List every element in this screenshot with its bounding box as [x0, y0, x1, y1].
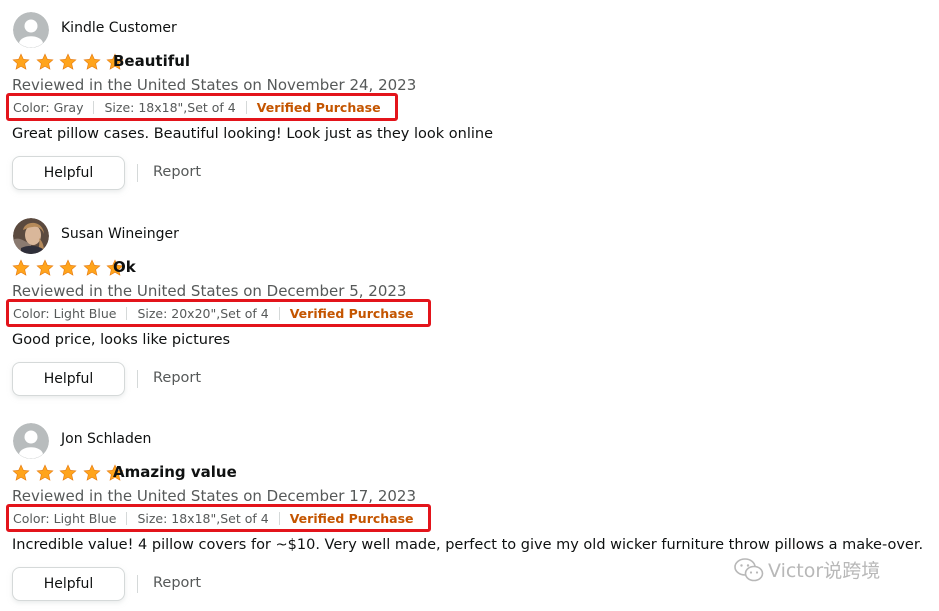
divider	[126, 306, 128, 320]
star-icon	[36, 53, 54, 70]
star-icon	[83, 259, 101, 276]
review-format-strip: Color: Light Blue Size: 18x18",Set of 4 …	[6, 504, 431, 532]
watermark: Victor说跨境	[734, 556, 880, 583]
star-icon	[59, 259, 77, 276]
review-body: Incredible value! 4 pillow covers for ~$…	[12, 537, 924, 553]
star-icon	[12, 53, 30, 70]
divider	[137, 575, 138, 593]
divider	[137, 370, 138, 388]
star-icon	[36, 259, 54, 276]
star-rating[interactable]	[12, 464, 125, 482]
divider	[137, 164, 138, 182]
star-icon	[83, 464, 101, 481]
reviewer-name[interactable]: Susan Wineinger	[61, 226, 179, 242]
helpful-button[interactable]: Helpful	[12, 362, 125, 396]
review-title[interactable]: Beautiful	[113, 52, 190, 70]
divider	[126, 511, 128, 525]
verified-purchase-badge: Verified Purchase	[256, 99, 381, 115]
review-card: Susan Wineinger Ok Reviewed in the Unite…	[0, 206, 939, 406]
review-body: Great pillow cases. Beautiful looking! L…	[12, 126, 493, 142]
review-date: Reviewed in the United States on Novembe…	[12, 76, 417, 94]
avatar[interactable]	[13, 423, 49, 459]
watermark-text: Victor说跨境	[768, 560, 881, 582]
report-link[interactable]: Report	[153, 370, 201, 386]
review-body: Good price, looks like pictures	[12, 332, 231, 348]
review-date: Reviewed in the United States on Decembe…	[12, 282, 407, 300]
helpful-button[interactable]: Helpful	[12, 156, 125, 190]
default-person-icon	[13, 423, 49, 459]
report-link[interactable]: Report	[153, 575, 201, 591]
avatar[interactable]	[13, 218, 49, 254]
star-icon	[59, 464, 77, 481]
variant-size[interactable]: Size: 18x18",Set of 4	[137, 511, 268, 526]
profile-photo	[13, 218, 49, 254]
review-format-strip: Color: Light Blue Size: 20x20",Set of 4 …	[6, 299, 431, 327]
helpful-button[interactable]: Helpful	[12, 567, 125, 601]
divider	[278, 511, 280, 525]
star-icon	[59, 53, 77, 70]
review-title[interactable]: Ok	[113, 258, 136, 276]
star-icon	[83, 53, 101, 70]
reviewer-name[interactable]: Jon Schladen	[61, 431, 151, 447]
verified-purchase-badge: Verified Purchase	[289, 305, 414, 321]
variant-size[interactable]: Size: 20x20",Set of 4	[137, 306, 268, 321]
report-link[interactable]: Report	[153, 164, 201, 180]
star-rating[interactable]	[12, 53, 125, 71]
review-card: Kindle Customer Beautiful Reviewed in th…	[0, 0, 939, 200]
default-person-icon	[13, 12, 49, 48]
star-rating[interactable]	[12, 259, 125, 277]
wechat-icon	[734, 557, 764, 581]
star-icon	[36, 464, 54, 481]
verified-purchase-badge: Verified Purchase	[289, 510, 414, 526]
variant-color[interactable]: Color: Light Blue	[13, 306, 116, 321]
variant-color[interactable]: Color: Light Blue	[13, 511, 116, 526]
divider	[93, 100, 95, 114]
variant-size[interactable]: Size: 18x18",Set of 4	[104, 100, 235, 115]
review-title[interactable]: Amazing value	[113, 463, 237, 481]
avatar[interactable]	[13, 12, 49, 48]
review-date: Reviewed in the United States on Decembe…	[12, 487, 417, 505]
variant-color[interactable]: Color: Gray	[13, 100, 83, 115]
star-icon	[12, 464, 30, 481]
divider	[245, 100, 247, 114]
star-icon	[12, 259, 30, 276]
review-format-strip: Color: Gray Size: 18x18",Set of 4 Verifi…	[6, 93, 398, 121]
divider	[278, 306, 280, 320]
reviewer-name[interactable]: Kindle Customer	[61, 20, 177, 36]
